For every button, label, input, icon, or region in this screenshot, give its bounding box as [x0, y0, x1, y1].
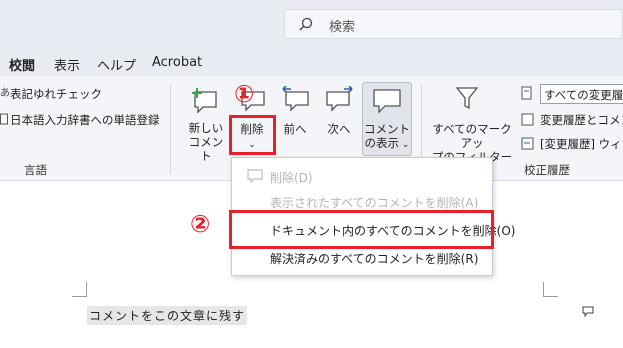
- document-text[interactable]: コメントをこの文章に残す: [87, 306, 248, 325]
- new-comment-button[interactable]: 新しい コメント: [186, 121, 226, 163]
- step1-marker: ①: [234, 80, 255, 108]
- step2-marker: ②: [190, 210, 211, 238]
- menu-item-delete: 削除(D): [270, 171, 313, 185]
- previous-comment-button[interactable]: 前へ: [280, 122, 310, 136]
- show-comments-icon: [373, 89, 401, 114]
- tab-acrobat[interactable]: Acrobat: [152, 55, 202, 70]
- svg-text:あ: あ: [0, 87, 10, 98]
- spelling-icon: あ: [0, 87, 10, 98]
- chevron-down-icon: ⌄: [399, 140, 410, 150]
- previous-comment-icon: [282, 86, 309, 112]
- search-icon: [299, 17, 313, 31]
- reviewing-pane-button[interactable]: 変更履歴とコメン: [540, 112, 623, 128]
- group-separator: [170, 84, 171, 174]
- show-comments-label-2: の表示: [364, 136, 400, 150]
- comment-marker-icon[interactable]: [582, 306, 594, 317]
- next-comment-button[interactable]: 次へ: [324, 122, 354, 136]
- new-comment-icon: [192, 88, 217, 114]
- all-markup-select[interactable]: すべての変更履: [540, 84, 623, 104]
- next-comment-icon: [326, 86, 353, 112]
- spelling-check-button[interactable]: 表記ゆれチェック: [10, 86, 102, 102]
- display-for-review-icon: [521, 86, 532, 100]
- delete-highlight-box: [229, 115, 276, 155]
- delete-all-highlight-box: [229, 210, 494, 249]
- search-placeholder: 検索: [329, 20, 356, 35]
- group-label-language: 言語: [24, 163, 47, 177]
- tab-help[interactable]: ヘルプ: [97, 55, 136, 74]
- tab-review[interactable]: 校閲: [9, 55, 36, 79]
- dictionary-register-button[interactable]: 日本語入力辞書への単語登録: [10, 112, 160, 128]
- delete-comment-icon: [247, 169, 263, 184]
- track-changes-icon: [521, 137, 534, 150]
- track-changes-window-button[interactable]: [変更履歴] ウィ: [540, 136, 622, 152]
- markup-filter-label-1: すべてのマークアッ: [432, 122, 512, 150]
- reviewing-pane-icon: [521, 113, 534, 126]
- new-comment-label-1: 新しい: [188, 121, 224, 135]
- ribbon-tabs: 校閲 表示 ヘルプ Acrobat: [0, 50, 623, 79]
- menu-item-delete-shown: 表示されたすべてのコメントを削除(A): [270, 196, 479, 210]
- markup-filter-icon: [455, 87, 479, 110]
- menu-item-delete-resolved[interactable]: 解決済みのすべてのコメントを削除(R): [270, 250, 478, 267]
- all-markup-value: すべての変更履: [544, 88, 623, 102]
- search-box[interactable]: 検索: [284, 9, 623, 39]
- dictionary-icon: [0, 113, 8, 125]
- page-corner-right: [543, 282, 558, 297]
- new-comment-label-2: コメント: [188, 135, 224, 163]
- group-label-tracking: 校正履歴: [524, 163, 570, 177]
- show-comments-label-1: コメント: [364, 122, 410, 136]
- show-comments-label: コメント の表示 ⌄: [362, 122, 412, 152]
- page-corner-left: [72, 282, 87, 297]
- tab-view[interactable]: 表示: [54, 55, 80, 74]
